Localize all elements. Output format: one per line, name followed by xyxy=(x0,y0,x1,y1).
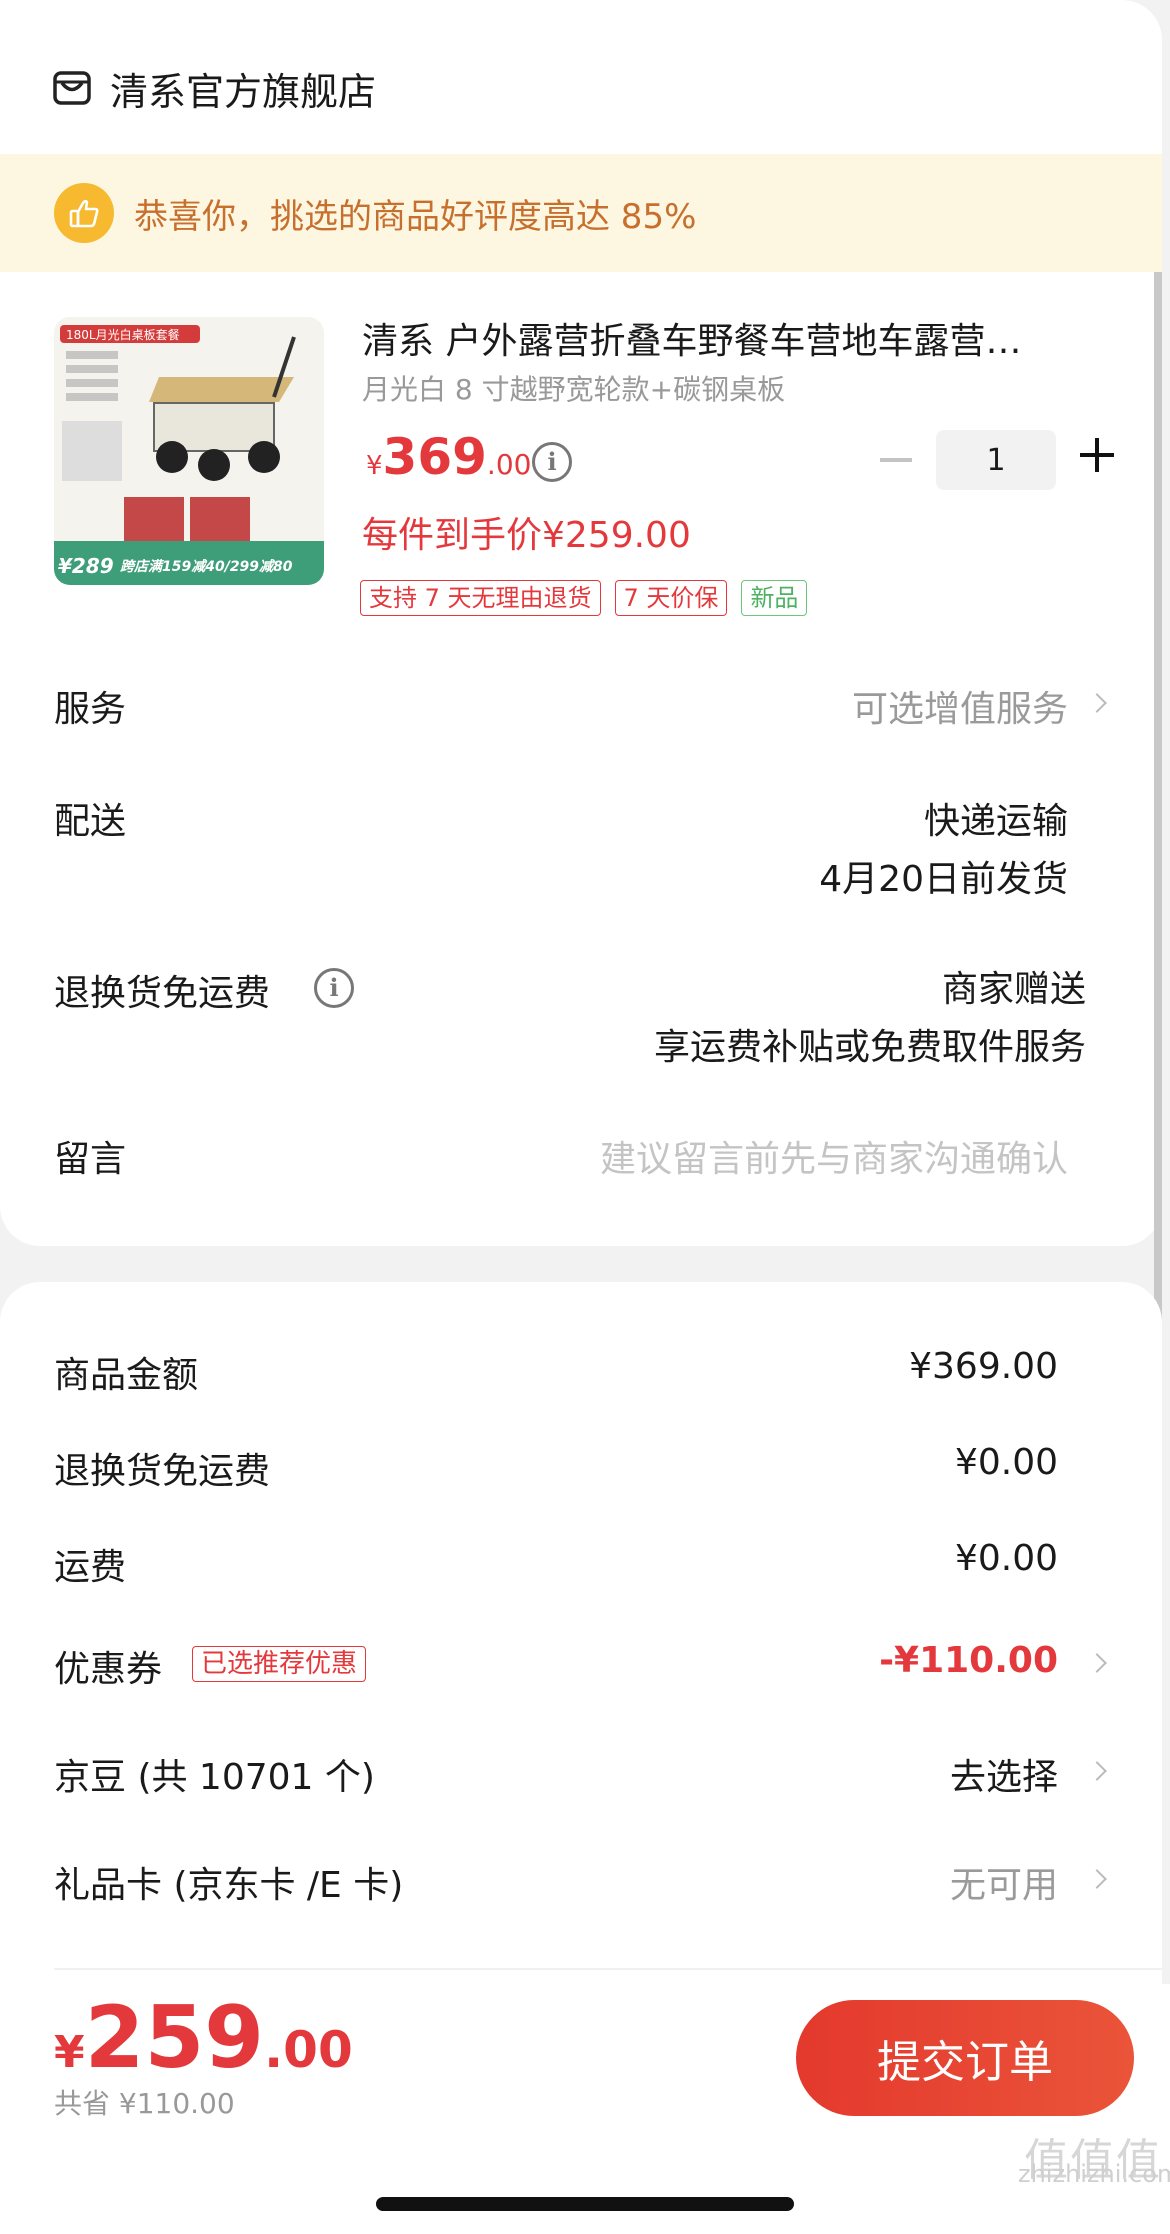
quantity-minus-button[interactable] xyxy=(880,458,912,462)
beans-label: 京豆 (共 10701 个) xyxy=(54,1757,375,1798)
return-shipping-line2: 享运费补贴或免费取件服务 xyxy=(653,1027,1086,1068)
tag-price-protect: 7 天价保 xyxy=(614,580,728,616)
coupon-label: 优惠券 xyxy=(54,1649,163,1690)
image-price: ¥289 xyxy=(58,554,114,578)
divider xyxy=(54,1968,1162,1970)
message-label: 留言 xyxy=(54,1139,127,1180)
price-info-icon[interactable]: i xyxy=(532,442,572,482)
goods-amount-value: ¥369.00 xyxy=(909,1346,1058,1387)
tag-new: 新品 xyxy=(741,580,808,616)
scrollbar[interactable] xyxy=(1154,180,1162,1370)
total-price: ¥259.00 xyxy=(54,1988,353,2088)
rating-banner: 恭喜你，挑选的商品好评度高达 85% xyxy=(0,154,1162,272)
quantity-input[interactable]: 1 xyxy=(936,430,1056,490)
giftcard-label: 礼品卡 (京东卡 /E 卡) xyxy=(54,1865,404,1906)
goods-amount-label: 商品金额 xyxy=(54,1355,199,1396)
message-input[interactable]: 建议留言前先与商家沟通确认 xyxy=(600,1130,1068,1182)
return-fee-value: ¥0.00 xyxy=(954,1442,1058,1483)
product-price: ¥369.00 xyxy=(366,428,532,486)
coupon-badge: 已选推荐优惠 xyxy=(192,1646,367,1682)
final-price: 每件到手价¥259.00 xyxy=(362,515,691,556)
shop-name: 清系官方旗舰店 xyxy=(110,69,377,114)
banner-text: 恭喜你，挑选的商品好评度高达 85% xyxy=(134,196,697,237)
watermark-url: zhizhizhi.com xyxy=(1018,2160,1170,2188)
product-spec[interactable]: 月光白 8 寸越野宽轮款+碳钢桌板 xyxy=(362,368,785,408)
service-value[interactable]: 可选增值服务 xyxy=(852,680,1068,732)
shop-icon xyxy=(53,71,91,105)
home-indicator[interactable] xyxy=(376,2197,794,2211)
beans-value[interactable]: 去选择 xyxy=(950,1748,1058,1800)
giftcard-value[interactable]: 无可用 xyxy=(950,1856,1058,1908)
shop-header[interactable]: 清系官方旗舰店 xyxy=(52,58,376,118)
return-shipping-info-icon[interactable]: i xyxy=(314,968,354,1008)
service-label: 服务 xyxy=(54,689,127,730)
return-fee-label: 退换货免运费 xyxy=(54,1451,271,1492)
image-caption-top: 180L月光白桌板套餐 xyxy=(66,327,180,342)
return-shipping-line1: 商家赠送 xyxy=(941,969,1086,1010)
delivery-label: 配送 xyxy=(54,801,127,842)
product-title[interactable]: 清系 户外露营折叠车野餐车营地车露营… xyxy=(362,312,1092,364)
return-shipping-label: 退换货免运费 xyxy=(54,973,271,1014)
product-tags: 支持 7 天无理由退货 7 天价保 新品 xyxy=(360,580,808,616)
delivery-date: 4月20日前发货 xyxy=(819,859,1068,900)
coupon-value[interactable]: -¥110.00 xyxy=(879,1640,1058,1681)
tag-return: 支持 7 天无理由退货 xyxy=(360,580,601,616)
saved-amount: 共省 ¥110.00 xyxy=(54,2087,235,2120)
submit-order-button[interactable]: 提交订单 xyxy=(796,2000,1134,2116)
product-image[interactable]: 180L月光白桌板套餐 ¥289 跨店满159减40/299减80 xyxy=(54,317,324,585)
freight-label: 运费 xyxy=(54,1547,127,1588)
quantity-plus-button[interactable] xyxy=(1080,438,1114,472)
image-caption-bottom: 跨店满159减40/299减80 xyxy=(120,558,293,575)
freight-value: ¥0.00 xyxy=(954,1538,1058,1579)
delivery-method[interactable]: 快递运输 xyxy=(924,792,1068,844)
thumbs-up-icon xyxy=(54,183,114,243)
